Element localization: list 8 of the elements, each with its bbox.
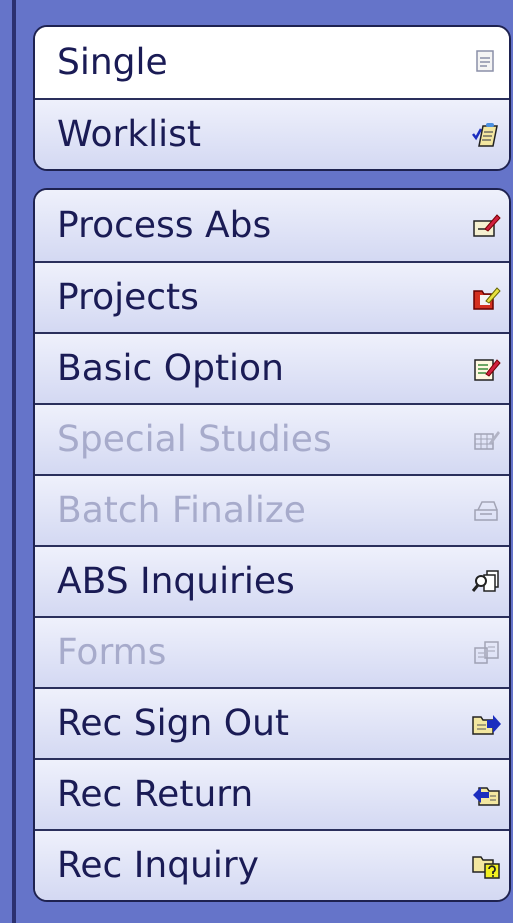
menu-item[interactable]: Worklist <box>35 98 509 169</box>
menu-item[interactable]: Basic Option <box>35 332 509 403</box>
menu-item[interactable]: ABS Inquiries <box>35 545 509 616</box>
menu-item[interactable]: Rec Sign Out <box>35 687 509 758</box>
menu-item[interactable]: Rec Return <box>35 758 509 829</box>
menu-item[interactable]: Projects <box>35 261 509 332</box>
menu-item[interactable]: Rec Inquiry <box>35 829 509 900</box>
menu-item[interactable]: Process Abs <box>35 190 509 261</box>
